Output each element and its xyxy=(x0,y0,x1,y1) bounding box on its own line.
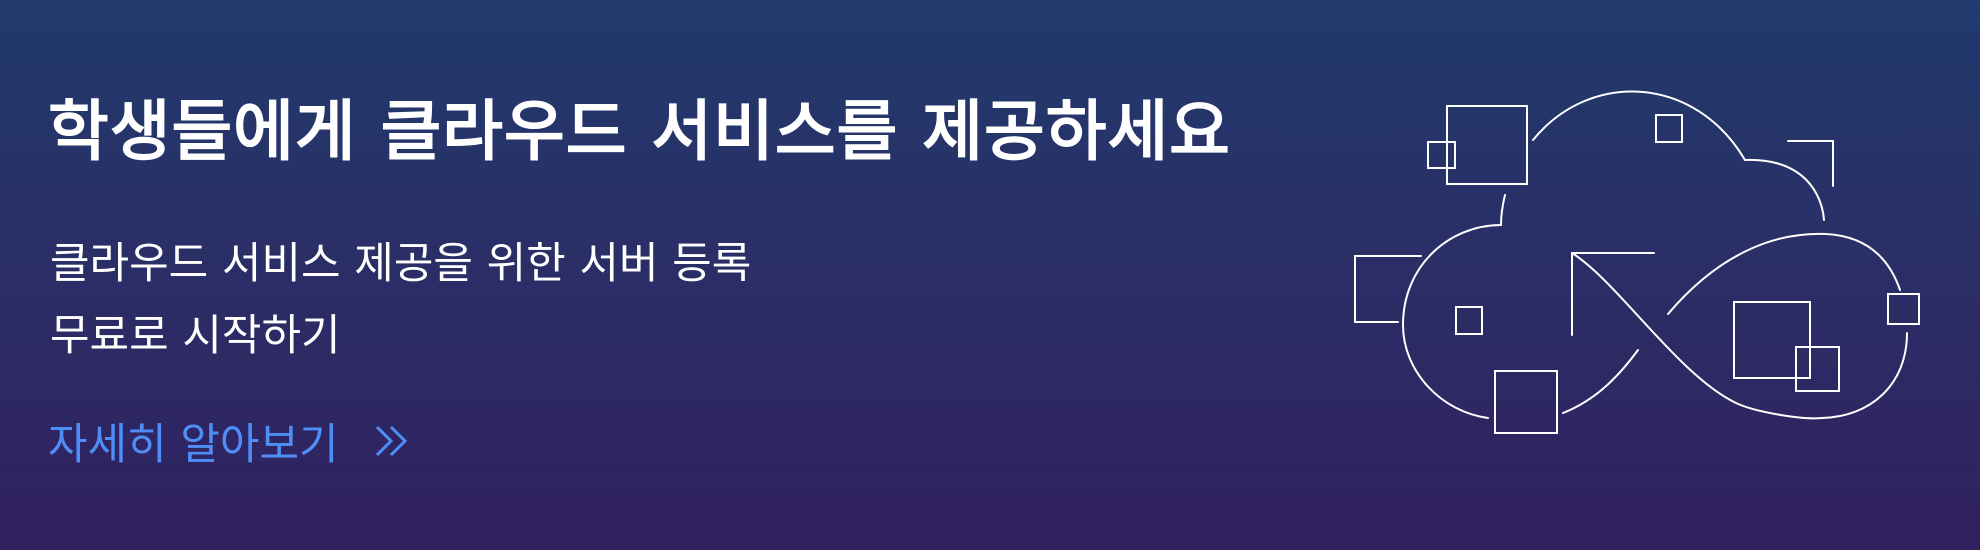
learn-more-link[interactable]: 자세히 알아보기 xyxy=(48,410,413,472)
double-chevron-right-icon xyxy=(375,425,407,457)
banner-headline: 학생들에게 클라우드 서비스를 제공하세요 xyxy=(48,93,1231,170)
cloud-infinity-illustration xyxy=(1354,90,1920,434)
banner-subtext: 클라우드 서비스 제공을 위한 서버 등록 무료로 시작하기 xyxy=(50,228,751,372)
subtext-line-2: 무료로 시작하기 xyxy=(50,311,341,361)
learn-more-label: 자세히 알아보기 xyxy=(48,420,339,470)
subtext-line-1: 클라우드 서비스 제공을 위한 서버 등록 xyxy=(50,239,752,289)
promo-banner: 학생들에게 클라우드 서비스를 제공하세요 클라우드 서비스 제공을 위한 서버… xyxy=(0,0,1980,550)
